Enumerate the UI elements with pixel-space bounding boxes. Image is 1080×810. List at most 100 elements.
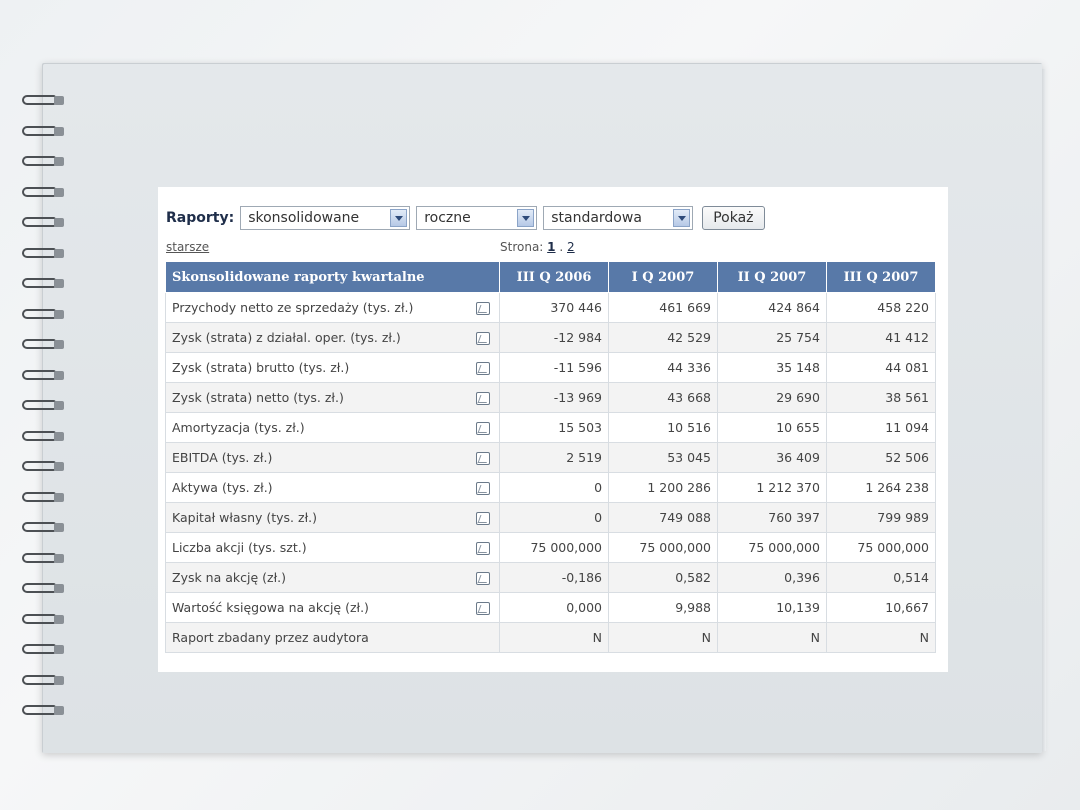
value-cell: 41 412 — [825, 322, 937, 353]
spiral-coil — [20, 458, 66, 476]
value-cell: 10,667 — [825, 592, 937, 623]
value-cell: N — [716, 622, 827, 653]
report-scope-select[interactable]: skonsolidowane — [240, 206, 411, 230]
value-cell: 749 088 — [608, 502, 718, 533]
column-header: III Q 2006 — [499, 261, 610, 293]
table-row: Przychody netto ze sprzedaży (tys. zł.) 3… — [164, 292, 937, 323]
spiral-coil — [20, 428, 66, 446]
value-cell: 0,000 — [499, 592, 610, 623]
chart-cell — [466, 592, 501, 623]
value-cell: 75 000,000 — [825, 532, 937, 563]
line-chart-icon[interactable] — [476, 362, 490, 375]
row-label: Zysk na akcję (zł.) — [164, 562, 467, 593]
row-label: Wartość księgowa na akcję (zł.) — [164, 592, 467, 623]
page-label: Strona: — [500, 240, 544, 254]
row-label: Kapitał własny (tys. zł.) — [164, 502, 467, 533]
value-cell: 43 668 — [608, 382, 718, 413]
spiral-coil — [20, 367, 66, 385]
spiral-binding — [20, 92, 66, 732]
value-cell: 53 045 — [608, 442, 718, 473]
chart-cell — [466, 622, 501, 653]
older-link[interactable]: starsze — [166, 240, 209, 254]
line-chart-icon[interactable] — [476, 452, 490, 465]
chart-cell — [466, 352, 501, 383]
line-chart-icon[interactable] — [476, 542, 490, 555]
row-label: Zysk (strata) z działal. oper. (tys. zł.… — [164, 322, 467, 353]
value-cell: 0,514 — [825, 562, 937, 593]
value-cell: 1 200 286 — [608, 472, 718, 503]
spiral-coil — [20, 672, 66, 690]
line-chart-icon[interactable] — [476, 332, 490, 345]
chevron-down-icon[interactable] — [673, 209, 691, 227]
spiral-coil — [20, 306, 66, 324]
table-row: Zysk (strata) z działal. oper. (tys. zł.… — [164, 322, 937, 353]
spiral-coil — [20, 245, 66, 263]
spiral-coil — [20, 611, 66, 629]
page-2-link[interactable]: 2 — [567, 240, 575, 254]
value-cell: 75 000,000 — [608, 532, 718, 563]
value-cell: -11 596 — [499, 352, 610, 383]
chart-cell — [466, 532, 501, 563]
value-cell: -12 984 — [499, 322, 610, 353]
report-format-value: standardowa — [551, 210, 642, 226]
table-row: Wartość księgowa na akcję (zł.) 0,000 9,98… — [164, 592, 937, 623]
row-label: Zysk (strata) netto (tys. zł.) — [164, 382, 467, 413]
line-chart-icon[interactable] — [476, 512, 490, 525]
table-row: Aktywa (tys. zł.) 0 1 200 286 1 212 370 1 26… — [164, 472, 937, 503]
row-label: Amortyzacja (tys. zł.) — [164, 412, 467, 443]
show-button[interactable]: Pokaż — [702, 206, 765, 230]
reports-label: Raporty: — [166, 210, 235, 226]
value-cell: 0 — [499, 472, 610, 503]
value-cell: 10 655 — [716, 412, 827, 443]
value-cell: 1 264 238 — [825, 472, 937, 503]
page-separator: . — [559, 240, 564, 254]
spiral-coil — [20, 184, 66, 202]
chart-cell — [466, 322, 501, 353]
value-cell: 75 000,000 — [716, 532, 827, 563]
spiral-coil — [20, 92, 66, 110]
line-chart-icon[interactable] — [476, 482, 490, 495]
value-cell: -0,186 — [499, 562, 610, 593]
value-cell: 9,988 — [608, 592, 718, 623]
value-cell: 424 864 — [716, 292, 827, 323]
row-label: Raport zbadany przez audytora — [164, 622, 467, 653]
line-chart-icon[interactable] — [476, 422, 490, 435]
spiral-coil — [20, 397, 66, 415]
value-cell: 10 516 — [608, 412, 718, 443]
report-scope-value: skonsolidowane — [248, 210, 360, 226]
value-cell: 29 690 — [716, 382, 827, 413]
value-cell: 458 220 — [825, 292, 937, 323]
chevron-down-icon[interactable] — [390, 209, 408, 227]
report-period-value: roczne — [424, 210, 471, 226]
spiral-coil — [20, 550, 66, 568]
chevron-down-icon[interactable] — [517, 209, 535, 227]
table-row: Zysk (strata) brutto (tys. zł.) -11 596 44… — [164, 352, 937, 383]
line-chart-icon[interactable] — [476, 572, 490, 585]
line-chart-icon[interactable] — [476, 392, 490, 405]
chart-cell — [466, 412, 501, 443]
report-format-select[interactable]: standardowa — [543, 206, 694, 230]
spiral-coil — [20, 641, 66, 659]
value-cell: 36 409 — [716, 442, 827, 473]
value-cell: 52 506 — [825, 442, 937, 473]
report-period-select[interactable]: roczne — [416, 206, 538, 230]
row-label: Liczba akcji (tys. szt.) — [164, 532, 467, 563]
line-chart-icon[interactable] — [476, 302, 490, 315]
value-cell: 15 503 — [499, 412, 610, 443]
table-row: Kapitał własny (tys. zł.) 0 749 088 760 397… — [164, 502, 937, 533]
value-cell: 11 094 — [825, 412, 937, 443]
page-1-link[interactable]: 1 — [547, 240, 555, 254]
row-label: EBITDA (tys. zł.) — [164, 442, 467, 473]
chart-cell — [466, 442, 501, 473]
chart-cell — [466, 292, 501, 323]
value-cell: 0,582 — [608, 562, 718, 593]
value-cell: 25 754 — [716, 322, 827, 353]
row-label: Zysk (strata) brutto (tys. zł.) — [164, 352, 467, 383]
value-cell: 10,139 — [716, 592, 827, 623]
table-header-row: Skonsolidowane raporty kwartalne III Q 2… — [164, 261, 937, 293]
chart-cell — [466, 502, 501, 533]
spiral-coil — [20, 153, 66, 171]
value-cell: 461 669 — [608, 292, 718, 323]
value-cell: -13 969 — [499, 382, 610, 413]
line-chart-icon[interactable] — [476, 602, 490, 615]
